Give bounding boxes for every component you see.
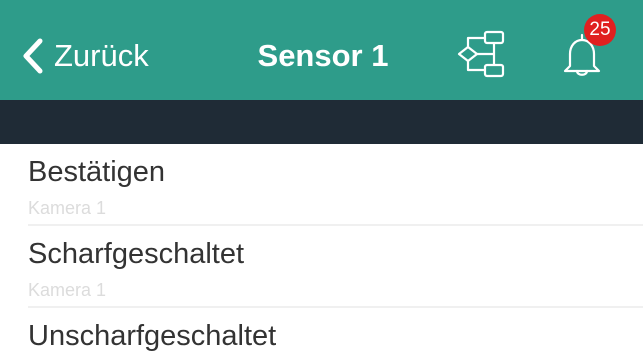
list-item-title: Bestätigen: [28, 156, 166, 188]
navigation-bar: Zurück Sensor 1 25: [0, 0, 643, 100]
list-item[interactable]: Scharfgeschaltet Kamera 1: [0, 226, 643, 308]
list-item-subtitle: Kamera 1: [28, 198, 107, 218]
flowchart-icon: [457, 30, 505, 78]
sub-header-bar: [0, 100, 643, 144]
flowchart-button[interactable]: [455, 28, 507, 80]
list-item[interactable]: Bestätigen Kamera 1: [0, 144, 643, 226]
list-item-title: Scharfgeschaltet: [28, 238, 245, 270]
back-label: Zurück: [54, 38, 149, 73]
list-item-title: Unscharfgeschaltet: [28, 320, 277, 352]
list-item-subtitle: Kamera 1: [28, 280, 107, 300]
chevron-left-icon: [23, 38, 43, 74]
page-title: Sensor 1: [257, 38, 389, 73]
back-button[interactable]: Zurück: [22, 36, 149, 76]
list-item[interactable]: Unscharfgeschaltet: [0, 308, 643, 361]
notification-badge: 25: [584, 14, 616, 46]
